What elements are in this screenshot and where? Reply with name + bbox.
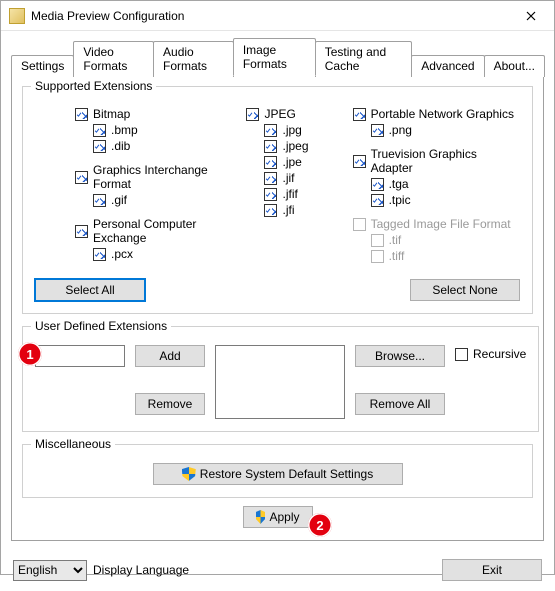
shield-icon bbox=[182, 467, 196, 481]
group-supported-extensions: Supported Extensions Bitmap .bmp .dib Gr… bbox=[22, 86, 533, 314]
check-png-group[interactable]: Portable Network Graphics bbox=[353, 107, 520, 121]
group-supported-label: Supported Extensions bbox=[31, 79, 156, 93]
check-jpe[interactable]: .jpe bbox=[264, 155, 344, 169]
check-tiff: .tiff bbox=[371, 249, 520, 263]
tab-advanced[interactable]: Advanced bbox=[411, 55, 484, 77]
apply-button[interactable]: Apply bbox=[243, 506, 313, 528]
check-bmp[interactable]: .bmp bbox=[93, 123, 238, 137]
check-tif: .tif bbox=[371, 233, 520, 247]
tab-video-formats[interactable]: Video Formats bbox=[73, 41, 154, 77]
check-tif-group: Tagged Image File Format bbox=[353, 217, 520, 231]
check-tga-group[interactable]: Truevision Graphics Adapter bbox=[353, 147, 520, 175]
tab-panel-image-formats: Supported Extensions Bitmap .bmp .dib Gr… bbox=[11, 75, 544, 541]
restore-defaults-button[interactable]: Restore System Default Settings bbox=[153, 463, 403, 485]
add-button[interactable]: Add bbox=[135, 345, 205, 367]
check-dib[interactable]: .dib bbox=[93, 139, 238, 153]
check-jpeg-group[interactable]: JPEG bbox=[246, 107, 344, 121]
close-icon bbox=[526, 11, 536, 21]
tab-settings[interactable]: Settings bbox=[11, 55, 74, 77]
app-icon bbox=[9, 8, 25, 24]
language-select[interactable]: English bbox=[13, 560, 87, 581]
close-button[interactable] bbox=[508, 1, 554, 30]
extension-listbox[interactable] bbox=[215, 345, 345, 419]
group-misc: Miscellaneous Restore System Default Set… bbox=[22, 444, 533, 498]
title-bar: Media Preview Configuration bbox=[1, 1, 554, 31]
check-pcx-group[interactable]: Personal Computer Exchange bbox=[75, 217, 238, 245]
group-user-defined: User Defined Extensions Add Remove Brows… bbox=[22, 326, 539, 432]
check-bitmap[interactable]: Bitmap bbox=[75, 107, 238, 121]
remove-all-button[interactable]: Remove All bbox=[355, 393, 445, 415]
group-misc-label: Miscellaneous bbox=[31, 437, 115, 451]
check-png[interactable]: .png bbox=[371, 123, 520, 137]
tab-audio-formats[interactable]: Audio Formats bbox=[153, 41, 234, 77]
annotation-2: 2 bbox=[308, 513, 332, 537]
check-jpg[interactable]: .jpg bbox=[264, 123, 344, 137]
tab-image-formats[interactable]: Image Formats bbox=[233, 38, 316, 76]
tab-about[interactable]: About... bbox=[484, 55, 545, 77]
check-jfi[interactable]: .jfi bbox=[264, 203, 344, 217]
select-all-button[interactable]: Select All bbox=[35, 279, 145, 301]
tab-strip: Settings Video Formats Audio Formats Ima… bbox=[11, 37, 544, 75]
check-jpeg[interactable]: .jpeg bbox=[264, 139, 344, 153]
annotation-1: 1 bbox=[18, 342, 42, 366]
check-tga[interactable]: .tga bbox=[371, 177, 520, 191]
group-user-defined-label: User Defined Extensions bbox=[31, 319, 171, 333]
shield-icon bbox=[256, 510, 266, 524]
check-gif-group[interactable]: Graphics Interchange Format bbox=[75, 163, 238, 191]
exit-button[interactable]: Exit bbox=[442, 559, 542, 581]
extension-input[interactable] bbox=[35, 345, 125, 367]
remove-button[interactable]: Remove bbox=[135, 393, 205, 415]
check-tpic[interactable]: .tpic bbox=[371, 193, 520, 207]
select-none-button[interactable]: Select None bbox=[410, 279, 520, 301]
window-title: Media Preview Configuration bbox=[31, 9, 508, 23]
footer: English Display Language Exit bbox=[1, 551, 554, 591]
check-icon bbox=[75, 108, 88, 121]
browse-button[interactable]: Browse... bbox=[355, 345, 445, 367]
tab-testing-cache[interactable]: Testing and Cache bbox=[315, 41, 412, 77]
check-recursive[interactable]: Recursive bbox=[455, 347, 526, 361]
check-gif[interactable]: .gif bbox=[93, 193, 238, 207]
check-jif[interactable]: .jif bbox=[264, 171, 344, 185]
check-jfif[interactable]: .jfif bbox=[264, 187, 344, 201]
check-pcx[interactable]: .pcx bbox=[93, 247, 238, 261]
